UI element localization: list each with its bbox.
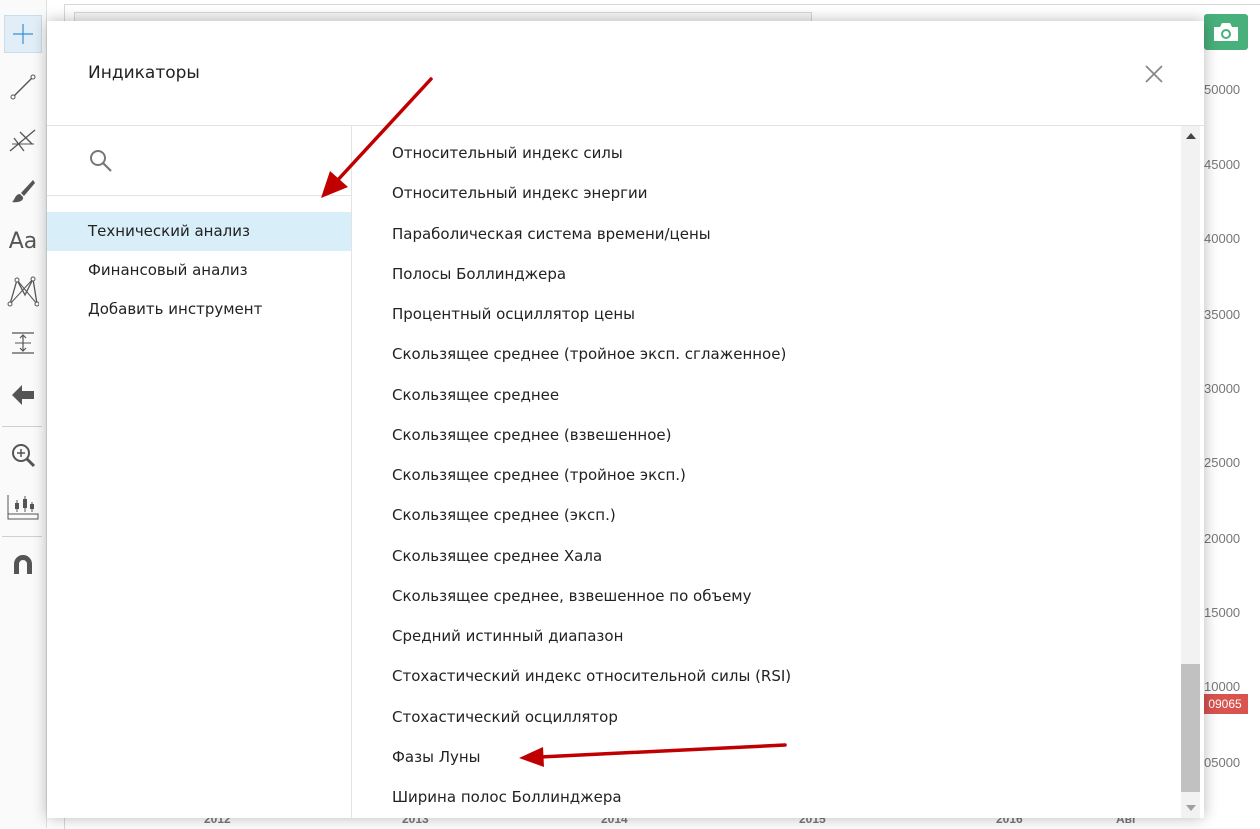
indicator-item[interactable]: Стохастический осциллятор — [352, 697, 1177, 737]
list-scrollbar[interactable] — [1181, 126, 1200, 818]
category-financial-analysis[interactable]: Финансовый анализ — [47, 251, 351, 290]
indicator-item[interactable]: Средний истинный диапазон — [352, 616, 1177, 656]
measure-tool[interactable] — [4, 324, 42, 362]
indicator-item[interactable]: Скользящее среднее Хала — [352, 536, 1177, 576]
indicator-item[interactable]: Относительный индекс силы — [352, 133, 1177, 173]
dialog-header: Индикаторы — [47, 21, 1204, 126]
indicator-item[interactable]: Скользящее среднее (тройное эксп. сглаже… — [352, 334, 1177, 374]
price-label: 10000 — [1204, 679, 1241, 694]
pitchfork-tool[interactable] — [4, 120, 42, 158]
text-tool[interactable]: Aa — [4, 222, 42, 260]
indicator-item[interactable]: Скользящее среднее (взвешенное) — [352, 415, 1177, 455]
search-box — [47, 126, 351, 196]
indicator-item[interactable]: Скользящее среднее — [352, 375, 1177, 415]
magnet-icon — [14, 555, 32, 574]
price-label: 45000 — [1204, 157, 1241, 172]
indicator-item[interactable]: Скользящее среднее (эксп.) — [352, 495, 1177, 535]
zoom-in-icon — [12, 444, 36, 468]
search-input[interactable] — [127, 144, 341, 178]
indicator-item[interactable]: Стохастический индекс относительной силы… — [352, 656, 1177, 696]
pattern-tool[interactable] — [4, 272, 42, 310]
zoom-tool[interactable] — [4, 436, 42, 474]
price-label: 50000 — [1204, 82, 1241, 97]
price-label: 40000 — [1204, 231, 1241, 246]
pattern-icon — [7, 276, 39, 307]
indicator-item[interactable]: Полосы Боллинджера — [352, 254, 1177, 294]
text-tool-label: Aa — [8, 228, 38, 254]
close-button[interactable] — [1143, 63, 1165, 85]
close-icon — [1145, 65, 1163, 83]
ruler-chart-icon — [7, 495, 39, 520]
current-price-marker: 09065 — [1202, 694, 1248, 714]
trend-line-icon — [10, 74, 36, 100]
price-label: 05000 — [1204, 755, 1241, 770]
magnet-tool[interactable] — [4, 546, 42, 584]
indicator-item[interactable]: Скользящее среднее (тройное эксп.) — [352, 455, 1177, 495]
triangle-down-icon — [1185, 805, 1196, 811]
back-tool[interactable] — [4, 376, 42, 414]
brush-icon — [12, 180, 35, 203]
indicator-item[interactable]: Скользящее среднее, взвешенное по объему — [352, 576, 1177, 616]
ruler-chart-tool[interactable] — [4, 488, 42, 526]
price-label: 30000 — [1204, 381, 1241, 396]
category-add-instrument[interactable]: Добавить инструмент — [47, 290, 351, 329]
category-sidebar: Технический анализ Финансовый анализ Доб… — [47, 126, 352, 818]
scroll-up-button[interactable] — [1181, 126, 1200, 146]
dialog-title: Индикаторы — [88, 63, 200, 83]
brush-tool[interactable] — [4, 172, 42, 210]
pitchfork-icon — [9, 129, 36, 152]
category-technical-analysis[interactable]: Технический анализ — [47, 212, 351, 251]
drawing-toolbar: Aa — [0, 0, 47, 828]
price-label: 35000 — [1204, 307, 1241, 322]
trend-line-tool[interactable] — [4, 68, 42, 106]
indicator-list: Относительный индекс силы Относительный … — [352, 126, 1177, 818]
toolbar-divider — [2, 536, 42, 537]
price-label: 25000 — [1204, 455, 1241, 470]
indicator-item[interactable]: Относительный индекс энергии — [352, 173, 1177, 213]
indicator-item[interactable]: Ширина полос Боллинджера — [352, 777, 1177, 817]
measure-icon — [12, 332, 34, 354]
indicator-item[interactable]: Параболическая система времени/цены — [352, 214, 1177, 254]
toolbar-divider — [2, 426, 42, 427]
crosshair-tool[interactable] — [4, 15, 42, 53]
scroll-thumb[interactable] — [1181, 664, 1200, 792]
search-icon — [90, 150, 112, 172]
indicator-item-moon-phases[interactable]: Фазы Луны — [352, 737, 1177, 777]
crosshair-icon — [13, 24, 33, 44]
arrow-left-icon — [12, 385, 34, 405]
indicators-dialog: Индикаторы Технический анализ Финансовый… — [47, 21, 1204, 818]
price-label: 15000 — [1204, 605, 1241, 620]
scroll-down-button[interactable] — [1181, 798, 1200, 818]
price-label: 20000 — [1204, 531, 1241, 546]
indicator-item[interactable]: Процентный осциллятор цены — [352, 294, 1177, 334]
triangle-up-icon — [1185, 133, 1196, 139]
